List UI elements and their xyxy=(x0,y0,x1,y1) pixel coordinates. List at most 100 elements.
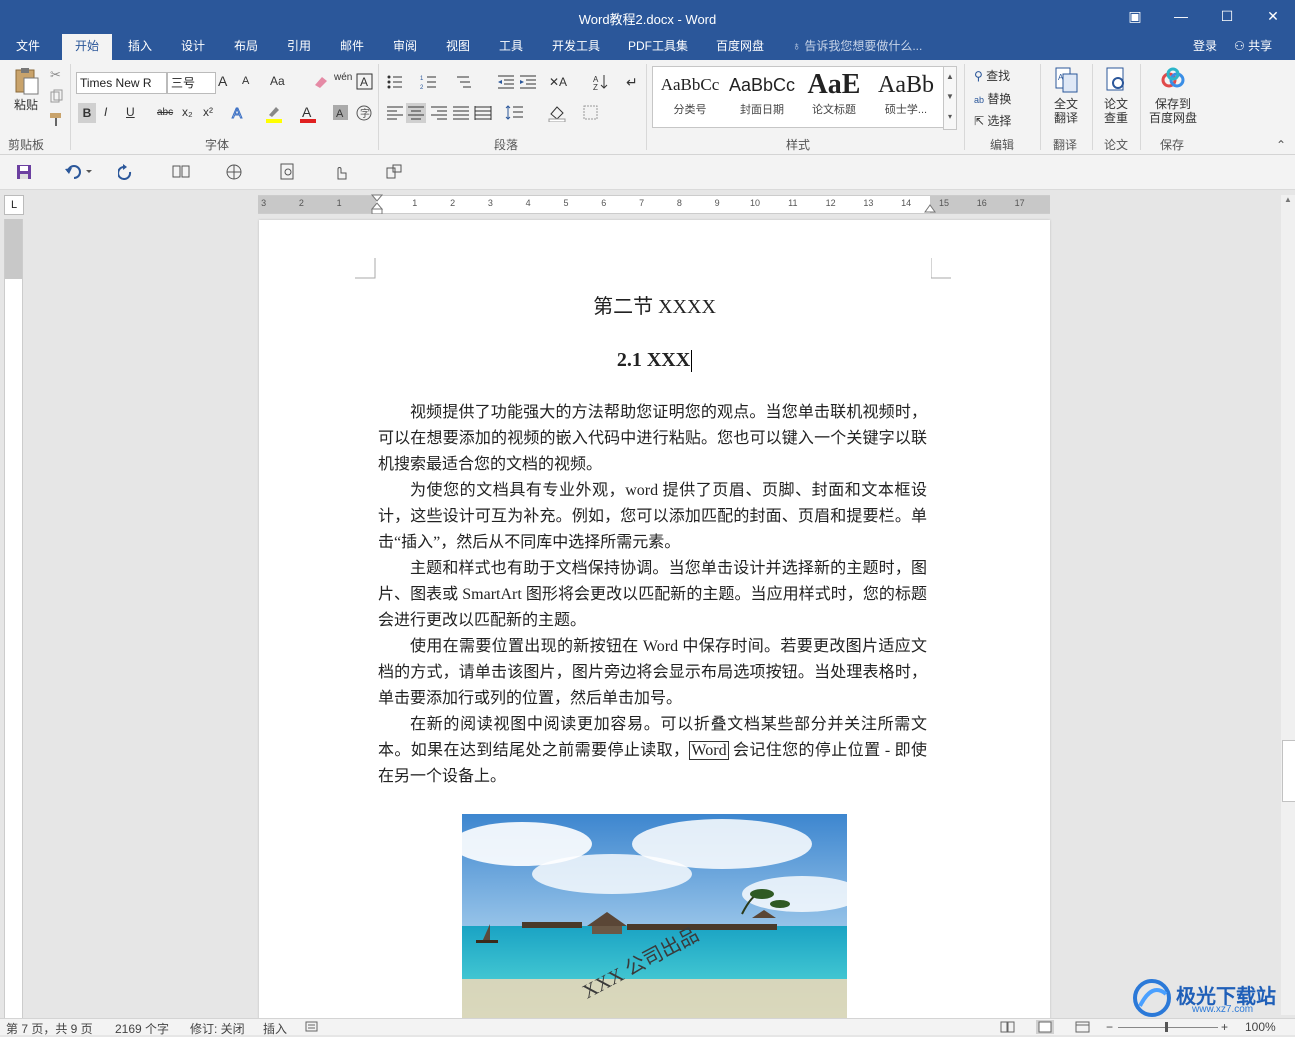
close-button[interactable]: ✕ xyxy=(1250,0,1295,34)
character-border-icon[interactable]: A xyxy=(356,73,374,91)
chinese-layout-icon[interactable]: ✕A xyxy=(548,73,574,91)
maximize-button[interactable]: ☐ xyxy=(1204,0,1250,34)
style-item[interactable]: AaBbCc 分类号 xyxy=(655,69,725,125)
tab-developer[interactable]: 开发工具 xyxy=(543,34,609,60)
zoom-slider-thumb[interactable] xyxy=(1165,1022,1168,1032)
text-effects-icon[interactable]: A xyxy=(230,103,250,123)
read-mode-icon[interactable] xyxy=(1000,1021,1016,1033)
redo-icon[interactable] xyxy=(118,164,134,180)
font-size-select[interactable]: 三号 xyxy=(167,72,216,94)
font-color-icon[interactable]: A xyxy=(298,103,318,123)
tab-file[interactable]: 文件 xyxy=(6,34,50,60)
login-button[interactable]: 登录 xyxy=(1193,34,1217,58)
format-painter-icon[interactable] xyxy=(48,111,64,127)
share-button[interactable]: ⚇ 共享 xyxy=(1234,34,1272,58)
align-right-icon[interactable] xyxy=(430,105,448,121)
horizontal-ruler[interactable]: 3 2 1 1 2 3 4 5 6 7 8 9 10 11 12 13 14 15 16 17 xyxy=(258,194,1050,214)
touch-mode-icon[interactable] xyxy=(332,163,350,181)
italic-button[interactable]: I xyxy=(104,105,107,119)
save-to-netdisk-button[interactable]: 保存到 百度网盘 xyxy=(1146,66,1200,125)
shrink-font-button[interactable]: A xyxy=(242,75,249,87)
vertical-ruler[interactable] xyxy=(4,219,23,1019)
tab-tools[interactable]: 工具 xyxy=(488,34,534,60)
font-name-select[interactable]: Times New R xyxy=(76,72,167,94)
tab-references[interactable]: 引用 xyxy=(276,34,322,60)
decrease-indent-icon[interactable] xyxy=(496,73,516,91)
select-button[interactable]: ⇱ 选择 xyxy=(974,112,1011,129)
print-preview-icon[interactable] xyxy=(279,163,297,181)
paste-button[interactable]: 粘贴 xyxy=(8,66,44,113)
tab-home[interactable]: 开始 xyxy=(62,34,112,60)
replace-button[interactable]: ab 替换 xyxy=(974,90,1011,107)
tab-view[interactable]: 视图 xyxy=(435,34,481,60)
beach-photo[interactable]: XXX 公司出品 xyxy=(462,814,847,1020)
tab-review[interactable]: 审阅 xyxy=(382,34,428,60)
subscript-button[interactable]: x₂ xyxy=(182,105,193,119)
web-layout-icon[interactable] xyxy=(225,163,243,181)
phonetic-guide-button[interactable]: wén xyxy=(334,72,352,83)
undo-icon[interactable] xyxy=(64,164,94,180)
tab-insert[interactable]: 插入 xyxy=(117,34,163,60)
justify-icon[interactable] xyxy=(452,105,470,121)
right-indent-marker-icon[interactable] xyxy=(924,203,936,213)
numbering-icon[interactable]: 12 xyxy=(420,73,450,91)
insert-mode[interactable]: 插入 xyxy=(263,1020,287,1037)
page-count[interactable]: 第 7 页，共 9 页 xyxy=(6,1020,93,1037)
tab-pdf-tools[interactable]: PDF工具集 xyxy=(620,34,696,60)
indent-marker-icon[interactable] xyxy=(370,194,384,214)
full-text-translate-button[interactable]: A 全文 翻译 xyxy=(1046,66,1086,125)
clear-format-icon[interactable] xyxy=(312,73,330,91)
web-layout-status-icon[interactable] xyxy=(1075,1021,1091,1033)
save-icon[interactable] xyxy=(16,164,32,180)
macro-icon[interactable] xyxy=(305,1021,319,1033)
show-marks-icon[interactable]: ↵ xyxy=(624,73,640,91)
two-pages-icon[interactable] xyxy=(172,164,190,180)
paper-check-button[interactable]: 论文 查重 xyxy=(1098,66,1134,125)
scroll-up-arrow[interactable]: ▲ xyxy=(1281,195,1295,204)
style-item[interactable]: AaE 论文标题 xyxy=(799,69,869,125)
grow-font-button[interactable]: A xyxy=(218,73,227,89)
track-changes-status[interactable]: 修订: 关闭 xyxy=(190,1020,245,1037)
sort-icon[interactable]: AZ xyxy=(592,72,610,92)
style-item[interactable]: AaBbCc 封面日期 xyxy=(727,69,797,125)
print-layout-icon[interactable] xyxy=(1036,1020,1054,1034)
scroll-thumb[interactable] xyxy=(1282,740,1295,802)
line-spacing-icon[interactable] xyxy=(504,104,534,122)
find-button[interactable]: ⚲ 查找 xyxy=(974,67,1010,84)
bold-button[interactable]: B xyxy=(78,103,96,123)
style-item[interactable]: AaBb 硕士学... xyxy=(871,69,941,125)
superscript-button[interactable]: x² xyxy=(203,105,213,119)
tab-layout[interactable]: 布局 xyxy=(223,34,269,60)
zoom-slider[interactable] xyxy=(1118,1027,1218,1028)
tab-baidu-netdisk[interactable]: 百度网盘 xyxy=(706,34,774,60)
styles-scroll[interactable]: ▲ ▼ ▾ xyxy=(943,66,957,130)
cut-icon[interactable]: ✂ xyxy=(48,66,64,82)
vertical-scrollbar[interactable]: ▲ xyxy=(1281,195,1295,1015)
document-page[interactable]: 第二节 XXXX 2.1 XXX 视频提供了功能强大的方法帮助您证明您的观点。当… xyxy=(259,220,1050,1020)
zoom-out-button[interactable]: − xyxy=(1106,1020,1113,1034)
change-case-button[interactable]: Aa xyxy=(270,74,285,88)
distributed-icon[interactable] xyxy=(474,105,492,121)
bullets-icon[interactable] xyxy=(386,73,416,91)
enclose-character-icon[interactable]: 字 xyxy=(356,105,372,121)
customize-icon[interactable] xyxy=(385,163,403,181)
shading-icon[interactable] xyxy=(548,104,574,122)
tell-me-search[interactable]: ♁ 告诉我您想要做什么... xyxy=(792,34,922,58)
character-shading-icon[interactable]: A xyxy=(333,105,349,121)
tab-mailings[interactable]: 邮件 xyxy=(329,34,375,60)
zoom-level[interactable]: 100% xyxy=(1245,1020,1276,1034)
strikethrough-button[interactable]: abc xyxy=(157,107,173,118)
highlight-icon[interactable] xyxy=(264,103,284,123)
underline-button[interactable]: U xyxy=(126,105,135,119)
copy-icon[interactable] xyxy=(48,89,64,105)
tab-design[interactable]: 设计 xyxy=(170,34,216,60)
align-left-icon[interactable] xyxy=(386,105,404,121)
word-count[interactable]: 2169 个字 xyxy=(115,1020,169,1037)
zoom-in-button[interactable]: + xyxy=(1221,1020,1228,1034)
multilevel-list-icon[interactable] xyxy=(454,73,484,91)
tab-selector[interactable]: L xyxy=(4,195,24,215)
increase-indent-icon[interactable] xyxy=(518,73,538,91)
align-center-icon[interactable] xyxy=(406,103,426,123)
minimize-button[interactable]: — xyxy=(1158,0,1204,34)
borders-icon[interactable] xyxy=(582,104,608,122)
